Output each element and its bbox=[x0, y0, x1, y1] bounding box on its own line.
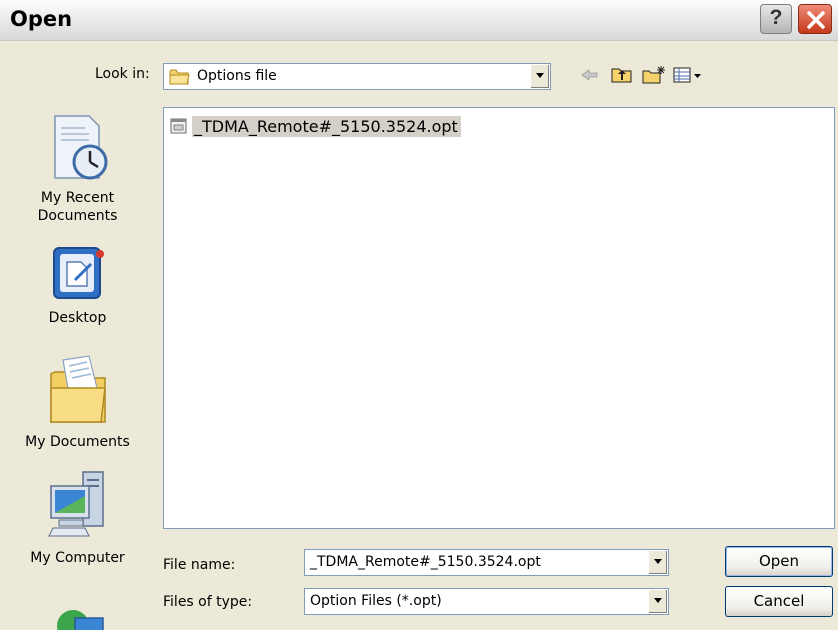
place-desktop[interactable]: Desktop bbox=[0, 242, 155, 327]
option-file-icon bbox=[170, 118, 187, 134]
open-button[interactable]: Open bbox=[725, 546, 833, 577]
cancel-button[interactable]: Cancel bbox=[725, 586, 833, 617]
file-list[interactable]: _TDMA_Remote#_5150.3524.opt bbox=[163, 107, 835, 529]
chevron-down-icon[interactable] bbox=[648, 551, 667, 574]
chevron-down-icon[interactable] bbox=[648, 590, 667, 613]
file-type-label: Files of type: bbox=[163, 594, 253, 610]
file-name-label: File name: bbox=[163, 557, 236, 573]
my-documents-icon bbox=[49, 355, 106, 423]
file-name-value: _TDMA_Remote#_5150.3524.opt bbox=[310, 554, 541, 570]
back-arrow-icon[interactable] bbox=[580, 66, 600, 84]
up-folder-icon[interactable] bbox=[611, 66, 633, 84]
views-menu-icon[interactable] bbox=[673, 66, 703, 84]
place-my-computer[interactable]: My Computer bbox=[0, 466, 155, 567]
look-in-label: Look in: bbox=[95, 66, 150, 82]
recent-documents-icon bbox=[53, 115, 107, 180]
place-label: Documents bbox=[37, 208, 118, 224]
new-folder-icon[interactable] bbox=[642, 66, 666, 84]
place-label: Desktop bbox=[48, 310, 107, 326]
place-network-places[interactable] bbox=[0, 596, 155, 630]
chevron-down-icon[interactable] bbox=[530, 65, 549, 88]
look-in-value: Options file bbox=[197, 68, 277, 84]
folder-icon bbox=[169, 69, 190, 85]
close-icon bbox=[807, 11, 825, 29]
look-in-dropdown[interactable]: Options file bbox=[163, 63, 551, 90]
file-name: _TDMA_Remote#_5150.3524.opt bbox=[192, 116, 461, 137]
window-title: Open bbox=[10, 7, 73, 31]
network-places-icon bbox=[56, 610, 104, 630]
title-bar[interactable]: Open ? bbox=[0, 0, 838, 41]
close-button[interactable] bbox=[798, 4, 832, 34]
help-button[interactable]: ? bbox=[760, 4, 792, 34]
place-label: My Documents bbox=[25, 434, 130, 450]
file-type-dropdown[interactable]: Option Files (*.opt) bbox=[304, 588, 669, 615]
place-my-documents[interactable]: My Documents bbox=[0, 352, 155, 451]
my-computer-icon bbox=[47, 471, 104, 537]
desktop-icon bbox=[52, 247, 104, 299]
place-label: My Recent bbox=[40, 190, 115, 206]
place-label: My Computer bbox=[30, 550, 125, 566]
open-dialog: Open ? Look in: Options file My Recent D… bbox=[0, 0, 838, 630]
places-bar: My Recent Documents Desktop My Documents bbox=[0, 100, 160, 630]
place-my-recent-documents[interactable]: My Recent Documents bbox=[0, 112, 155, 225]
file-type-value: Option Files (*.opt) bbox=[310, 593, 442, 609]
file-name-input[interactable]: _TDMA_Remote#_5150.3524.opt bbox=[304, 549, 669, 576]
help-icon: ? bbox=[769, 6, 783, 29]
